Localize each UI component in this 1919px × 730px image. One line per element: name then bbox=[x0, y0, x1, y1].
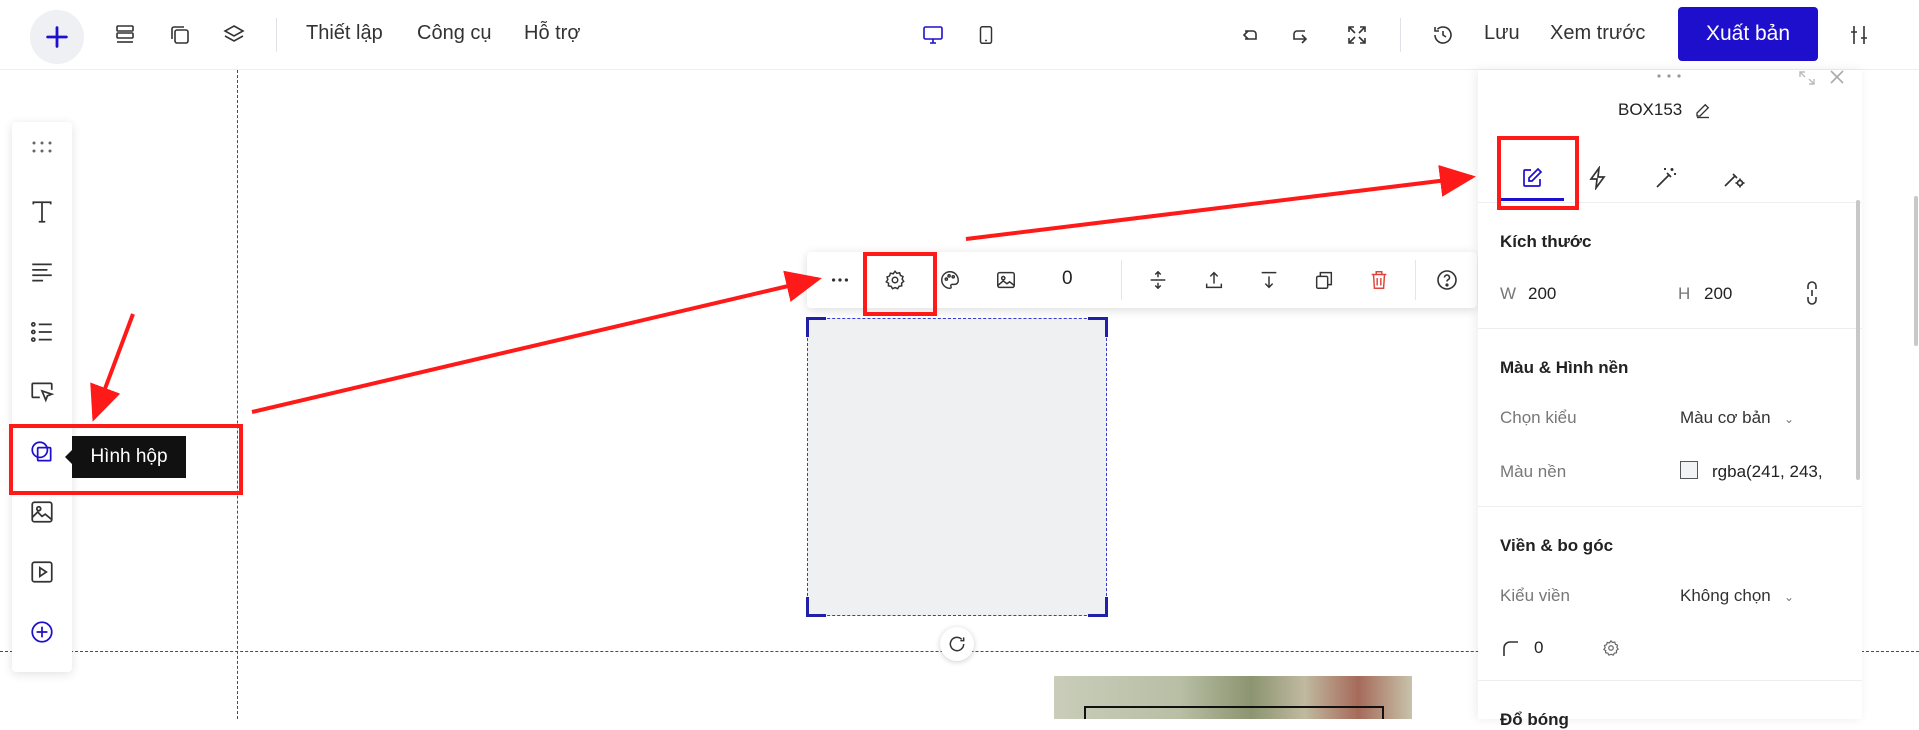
magic-wand-icon[interactable] bbox=[1654, 166, 1678, 190]
background-type-label: Chọn kiểu bbox=[1500, 408, 1577, 427]
settings-sliders-icon[interactable] bbox=[1842, 18, 1876, 52]
section-title-shadow: Đổ bóng bbox=[1500, 710, 1569, 729]
width-label: W bbox=[1500, 284, 1517, 303]
list-icon[interactable] bbox=[27, 317, 57, 347]
add-more-icon[interactable] bbox=[27, 617, 57, 647]
selected-box-element[interactable] bbox=[806, 317, 1108, 617]
fullscreen-icon[interactable] bbox=[1340, 18, 1374, 52]
edit-name-icon[interactable] bbox=[1694, 101, 1712, 119]
history-icon[interactable] bbox=[1426, 18, 1460, 52]
gear-icon[interactable] bbox=[1602, 639, 1620, 657]
button-icon[interactable] bbox=[27, 377, 57, 407]
preview-button[interactable]: Xem trước bbox=[1550, 22, 1645, 45]
divider bbox=[1400, 18, 1401, 52]
menu-tools[interactable]: Công cụ bbox=[417, 22, 492, 45]
background-type-select[interactable]: Màu cơ bản bbox=[1680, 408, 1771, 428]
image-icon[interactable] bbox=[991, 265, 1021, 295]
resize-handle[interactable] bbox=[806, 597, 826, 617]
text-icon[interactable] bbox=[27, 197, 57, 227]
section-title-border: Viền & bo góc bbox=[1500, 536, 1614, 555]
desktop-icon[interactable] bbox=[916, 18, 950, 52]
divider bbox=[1478, 680, 1862, 681]
divider bbox=[1121, 260, 1122, 300]
bring-up-icon[interactable] bbox=[1199, 265, 1229, 295]
annotation-box-box-tool bbox=[9, 424, 243, 495]
advanced-settings-icon[interactable] bbox=[1722, 166, 1746, 190]
resize-handle[interactable] bbox=[1088, 317, 1108, 337]
corner-radius-input[interactable]: 0 bbox=[1534, 638, 1543, 658]
paragraph-icon[interactable] bbox=[27, 257, 57, 287]
annotation-box-design-tab bbox=[1497, 136, 1579, 210]
height-input[interactable]: 200 bbox=[1704, 284, 1732, 304]
photo-frame bbox=[1084, 706, 1384, 719]
width-input[interactable]: 200 bbox=[1528, 284, 1556, 304]
background-color-label: Màu nền bbox=[1500, 462, 1567, 481]
chevron-down-icon[interactable]: ⌄ bbox=[1784, 590, 1794, 604]
annotation-box-gear bbox=[863, 252, 937, 316]
left-element-toolbar bbox=[12, 122, 72, 672]
element-name: BOX153 bbox=[1618, 100, 1683, 119]
save-button[interactable]: Lưu bbox=[1484, 22, 1520, 45]
publish-button[interactable]: Xuất bản bbox=[1678, 7, 1818, 61]
plus-icon[interactable] bbox=[30, 10, 84, 64]
send-down-icon[interactable] bbox=[1254, 265, 1284, 295]
divider bbox=[1478, 506, 1862, 507]
video-icon[interactable] bbox=[27, 557, 57, 587]
menu-setup[interactable]: Thiết lập bbox=[306, 22, 383, 45]
rotate-icon[interactable] bbox=[940, 627, 974, 661]
pages-icon[interactable] bbox=[163, 18, 197, 52]
menu-support[interactable]: Hỗ trợ bbox=[524, 22, 580, 45]
corner-radius-icon bbox=[1502, 640, 1518, 656]
palette-icon[interactable] bbox=[935, 265, 965, 295]
panel-scrollbar[interactable] bbox=[1856, 200, 1860, 480]
drag-handle-icon[interactable] bbox=[27, 132, 57, 162]
resize-handle[interactable] bbox=[1088, 597, 1108, 617]
sections-icon[interactable] bbox=[108, 18, 142, 52]
page-scrollbar[interactable] bbox=[1914, 196, 1918, 346]
background-color-value[interactable]: rgba(241, 243, bbox=[1712, 462, 1823, 482]
redo-icon[interactable] bbox=[1285, 18, 1319, 52]
close-icon[interactable] bbox=[1828, 68, 1846, 86]
undo-icon[interactable] bbox=[1231, 18, 1265, 52]
section-title-size: Kích thước bbox=[1500, 232, 1592, 251]
stretch-vertical-icon[interactable] bbox=[1143, 265, 1173, 295]
layers-icon[interactable] bbox=[217, 18, 251, 52]
divider bbox=[276, 18, 277, 52]
divider bbox=[1478, 328, 1862, 329]
guide-line-vertical bbox=[237, 70, 238, 719]
panel-drag-handle-icon[interactable] bbox=[1656, 72, 1682, 80]
chevron-down-icon[interactable]: ⌄ bbox=[1784, 412, 1794, 426]
color-swatch[interactable] bbox=[1680, 461, 1698, 479]
border-style-select[interactable]: Không chọn bbox=[1680, 586, 1771, 606]
duplicate-icon[interactable] bbox=[1309, 265, 1339, 295]
count-value: 0 bbox=[1062, 268, 1073, 289]
top-bar: Thiết lập Công cụ Hỗ trợ Lưu Xem trước X… bbox=[0, 0, 1919, 70]
lightning-icon[interactable] bbox=[1586, 166, 1610, 190]
mobile-icon[interactable] bbox=[969, 18, 1003, 52]
link-ratio-icon[interactable] bbox=[1802, 280, 1822, 306]
trash-icon[interactable] bbox=[1364, 265, 1394, 295]
height-label: H bbox=[1678, 284, 1691, 303]
divider bbox=[1415, 260, 1416, 300]
border-style-label: Kiểu viền bbox=[1500, 586, 1570, 605]
resize-handle[interactable] bbox=[806, 317, 826, 337]
more-icon[interactable] bbox=[825, 265, 855, 295]
section-title-background: Màu & Hình nền bbox=[1500, 358, 1629, 377]
image-icon[interactable] bbox=[27, 497, 57, 527]
help-icon[interactable] bbox=[1432, 265, 1462, 295]
collapse-icon[interactable] bbox=[1798, 70, 1816, 86]
